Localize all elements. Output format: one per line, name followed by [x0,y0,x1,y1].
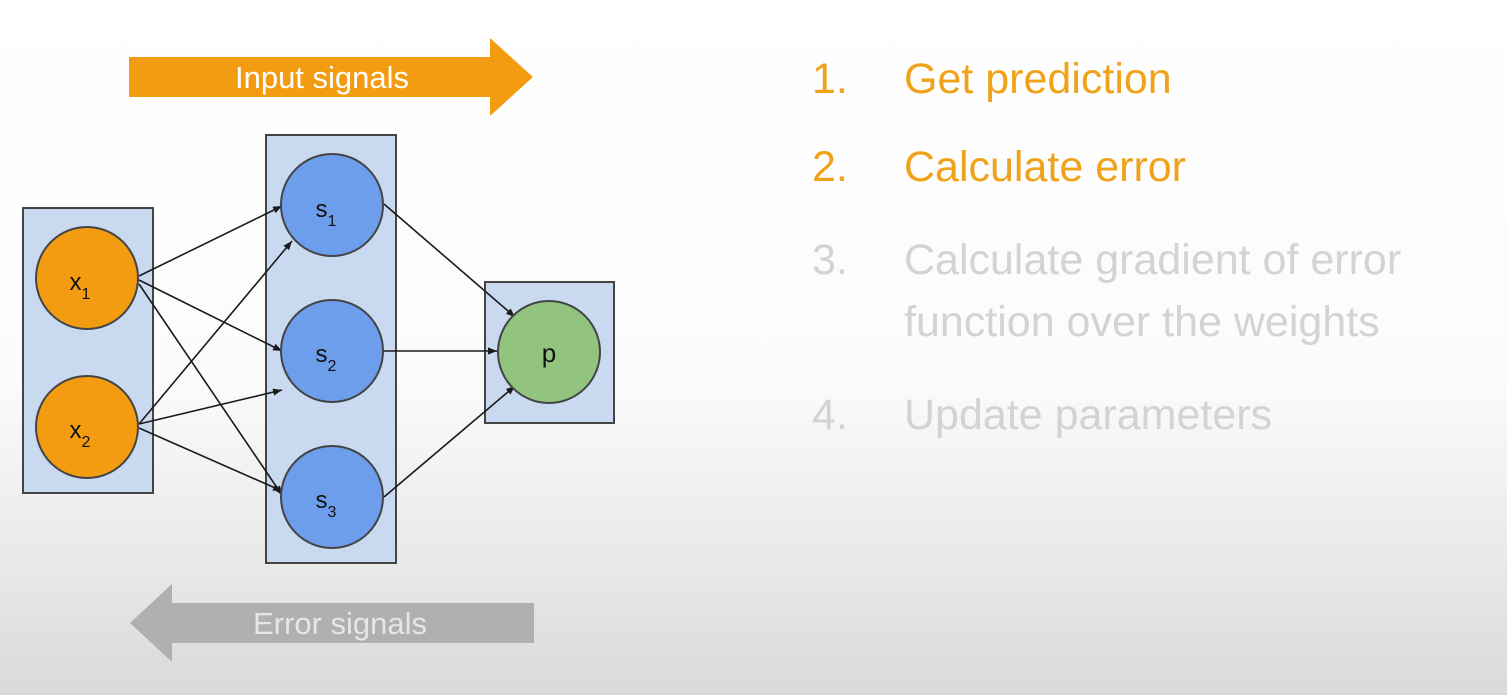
hidden-node-s2-circle [280,299,384,403]
step-2-text: Calculate error [904,143,1186,191]
input-node-x1-subscript: 1 [82,286,91,303]
step-1-number: 1. [812,55,848,103]
input-node-x2-subscript: 2 [82,434,91,451]
step-3-text-line-2: function over the weights [904,298,1380,346]
step-3: 3. Calculate gradient of error function … [812,229,1401,353]
hidden-node-s1-label: s [316,196,328,223]
input-node-x1-label: x [70,269,82,296]
hidden-node-s1-circle [280,153,384,257]
output-node-p: p [497,300,601,404]
edge-x1-s1 [138,205,283,277]
step-1-text: Get prediction [904,55,1172,103]
hidden-node-s2-label: s [316,341,328,368]
error-signals-arrow: Error signals [130,584,534,662]
step-2-number: 2. [812,143,848,191]
hidden-node-s2-subscript: 2 [328,358,337,375]
output-node-p-label: p [542,338,556,368]
hidden-node-s2: s2 [280,299,384,403]
step-4-text: Update parameters [904,391,1273,439]
hidden-node-s3-subscript: 3 [328,504,337,521]
edge-x2-s3 [138,427,283,492]
step-4-number: 4. [812,391,848,439]
edge-s3-p [383,385,516,498]
input-node-x1: x1 [35,226,139,330]
neural-network-diagram: Input signals x1 x2 s1 s2 s3 p Error sig… [22,38,615,662]
hidden-node-s3-label: s [316,487,328,514]
step-2: 2. Calculate error [812,136,1186,198]
input-node-x1-circle [35,226,139,330]
hidden-node-s3: s3 [280,445,384,549]
input-signals-arrow: Input signals [129,38,533,116]
hidden-node-s1-subscript: 1 [328,213,337,230]
edge-x2-s2 [138,388,283,425]
hidden-node-s1: s1 [280,153,384,257]
input-node-x2: x2 [35,375,139,479]
step-3-text-line-1: Calculate gradient of error [904,236,1402,284]
step-1: 1. Get prediction [812,48,1172,110]
error-arrow-label: Error signals [253,606,427,641]
edge-s1-p [383,203,516,318]
input-node-x2-label: x [70,417,82,444]
input-arrow-label: Input signals [235,60,409,95]
step-3-number: 3. [812,236,848,284]
input-node-x2-circle [35,375,139,479]
hidden-node-s3-circle [280,445,384,549]
step-4: 4. Update parameters [812,384,1272,446]
